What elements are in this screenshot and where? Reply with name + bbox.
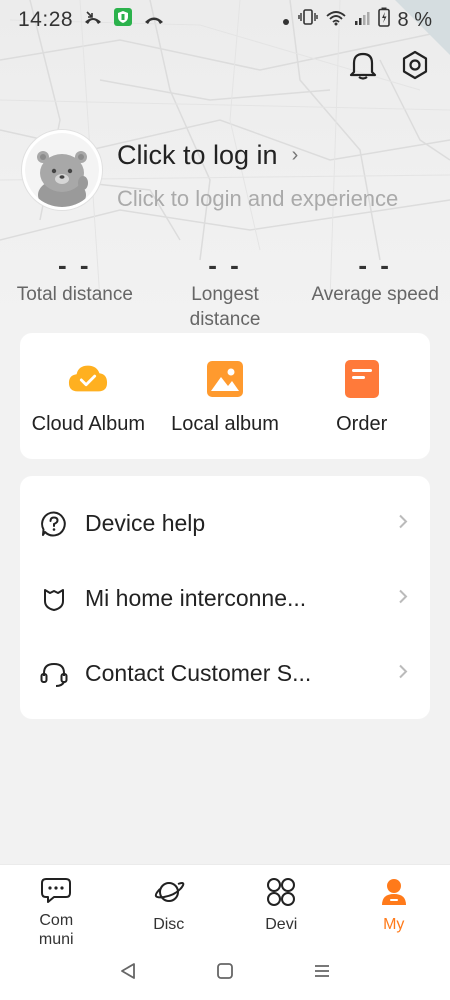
nav-label: My: [383, 916, 405, 933]
signal-icon: [354, 9, 370, 32]
menu-label: Device help: [85, 510, 206, 536]
order-button[interactable]: Order: [293, 333, 430, 459]
settings-gear-icon[interactable]: [400, 50, 430, 80]
nav-label: Disc: [153, 916, 185, 933]
nav-label: Devi: [265, 916, 298, 933]
local-album-button[interactable]: Local album: [157, 333, 294, 459]
stat-value: - -: [208, 250, 242, 280]
headset-icon: [40, 660, 68, 688]
chevron-right-icon: ›: [291, 144, 299, 166]
home-icon[interactable]: [216, 962, 234, 985]
menu-label: Mi home interconne...: [85, 585, 307, 611]
dot-icon: [282, 9, 290, 32]
tab-my[interactable]: My: [338, 865, 450, 946]
vibrate-icon: [297, 8, 318, 32]
stats-row: - - Total distance - - Longest distance …: [0, 250, 450, 335]
stat-average-speed: - - Average speed: [300, 250, 450, 335]
tab-devices[interactable]: Devi: [225, 865, 338, 946]
battery-icon: [377, 7, 390, 33]
mi-home-icon: [40, 585, 68, 613]
quick-label: Local album: [171, 413, 279, 435]
quick-actions-card: Cloud Album Local album Order: [20, 333, 430, 459]
menu-card: Device help Mi home interconne... Contac…: [20, 476, 430, 719]
stat-value: - -: [358, 250, 392, 280]
image-icon: [205, 359, 245, 399]
system-nav-bar: [0, 946, 450, 1000]
chevron-right-icon: [398, 513, 408, 534]
login-title-text[interactable]: Click to log in: [117, 140, 278, 171]
profile-section[interactable]: Click to log in › Click to login and exp…: [22, 130, 432, 212]
shield-app-icon: [113, 7, 133, 33]
back-icon[interactable]: [119, 962, 137, 985]
chevron-right-icon: [398, 663, 408, 684]
menu-label: Contact Customer S...: [85, 660, 312, 686]
cloud-album-button[interactable]: Cloud Album: [20, 333, 157, 459]
avatar[interactable]: [22, 130, 102, 210]
tab-discover[interactable]: Disc: [113, 865, 226, 946]
stat-label: Longest distance: [189, 284, 261, 330]
person-icon: [377, 875, 411, 909]
stat-value: - -: [58, 250, 92, 280]
chevron-right-icon: [398, 588, 408, 609]
community-icon: [39, 875, 73, 905]
planet-icon: [152, 875, 186, 909]
question-icon: [40, 510, 68, 538]
login-subtitle: Click to login and experience: [117, 186, 399, 211]
menu-item-mi-home[interactable]: Mi home interconne...: [20, 561, 430, 636]
menu-item-device-help[interactable]: Device help: [20, 486, 430, 561]
order-icon: [342, 359, 382, 399]
status-bar: 14:28 8 %: [0, 0, 450, 40]
recents-menu-icon[interactable]: [313, 962, 331, 985]
call-icon: [143, 9, 165, 32]
tab-community[interactable]: Com muni: [0, 865, 113, 948]
nav-label: Com muni: [38, 912, 74, 948]
menu-item-contact-support[interactable]: Contact Customer S...: [20, 636, 430, 711]
quick-label: Order: [336, 413, 388, 435]
stat-total-distance: - - Total distance: [0, 250, 150, 335]
quick-label: Cloud Album: [31, 413, 146, 435]
battery-percent: 8 %: [397, 8, 432, 31]
devices-icon: [264, 875, 298, 909]
missed-call-icon: [83, 9, 103, 32]
cloud-check-icon: [68, 359, 108, 399]
login-title[interactable]: Click to log in ›: [117, 140, 298, 171]
stat-label: Total distance: [16, 284, 133, 305]
status-time: 14:28: [18, 8, 74, 31]
stat-longest-distance: - - Longest distance: [150, 250, 301, 335]
bottom-nav: Com muni Disc Devi My: [0, 864, 450, 948]
notification-bell-icon[interactable]: [348, 50, 378, 80]
stat-label: Average speed: [311, 284, 439, 305]
wifi-icon: [325, 9, 346, 32]
